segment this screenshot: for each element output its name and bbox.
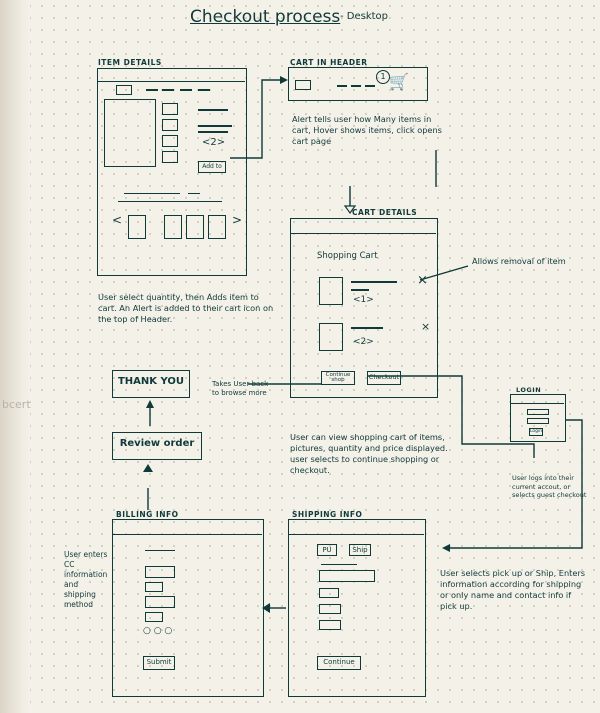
connector-remove-note: [419, 265, 469, 281]
connector-checkout-login: [368, 375, 535, 458]
flow-connectors: [143, 76, 583, 613]
connector-item-to-header: [230, 79, 280, 159]
connector-login-shipping: [450, 419, 583, 549]
